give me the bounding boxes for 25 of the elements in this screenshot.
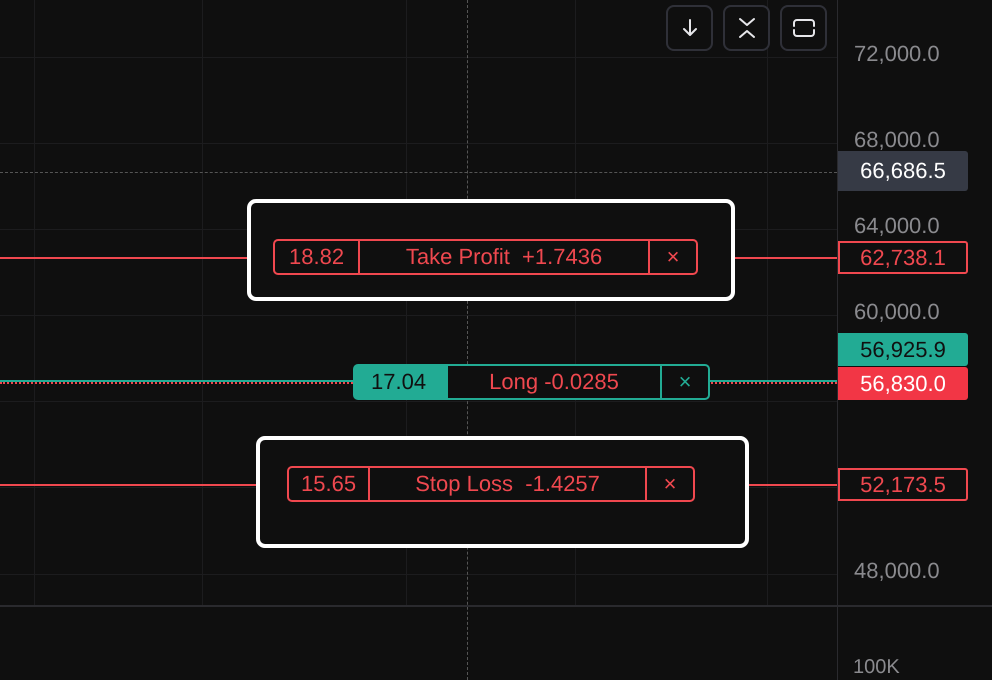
- order-price-tag: 62,738.1: [838, 241, 968, 274]
- price-tick: 72,000.0: [854, 41, 940, 67]
- order-quantity: 17.04: [355, 366, 448, 398]
- frame-icon: [792, 18, 816, 38]
- price-tick: 48,000.0: [854, 558, 940, 584]
- price-tick: 64,000.0: [854, 213, 940, 239]
- close-order-button[interactable]: ×: [662, 366, 708, 398]
- order-price-tag: 52,173.5: [838, 468, 968, 501]
- fullscreen-button[interactable]: [780, 5, 827, 51]
- order-quantity: 18.82: [275, 241, 360, 273]
- close-order-button[interactable]: ×: [650, 241, 696, 273]
- order-label: Take Profit +1.7436: [360, 241, 650, 273]
- crosshair-price-tag: 66,686.5: [838, 151, 968, 191]
- last-price-tag: 56,830.0: [838, 367, 968, 400]
- order-quantity: 15.65: [289, 468, 370, 500]
- order-price-tag: 56,925.9: [838, 333, 968, 366]
- close-order-button[interactable]: ×: [647, 468, 694, 500]
- collapse-button[interactable]: [723, 5, 770, 51]
- price-tick: 60,000.0: [854, 299, 940, 325]
- order-label: Stop Loss -1.4257: [370, 468, 648, 500]
- chevrons-icon: [736, 17, 756, 39]
- price-tick: 68,000.0: [854, 127, 940, 153]
- volume-tick: 100K: [853, 656, 900, 679]
- order-label: Long -0.0285: [448, 366, 662, 398]
- scroll-down-button[interactable]: [666, 5, 713, 51]
